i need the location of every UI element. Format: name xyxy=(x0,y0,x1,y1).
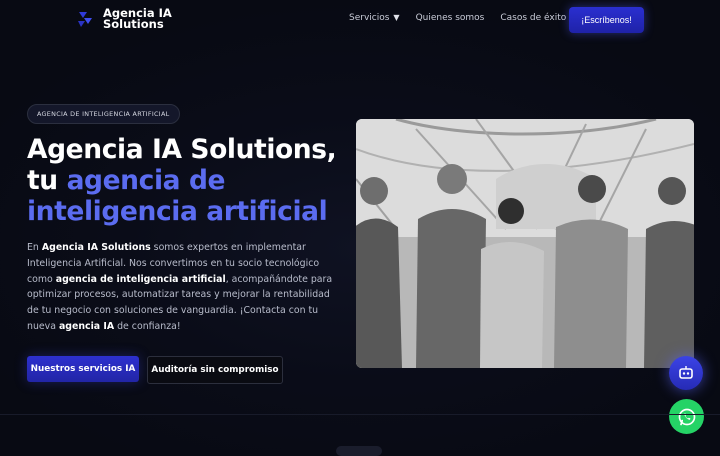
brand-logo[interactable]: Agencia IA Solutions xyxy=(76,7,172,31)
robot-icon xyxy=(679,366,693,379)
brand-name-line2: Solutions xyxy=(103,17,164,31)
contact-cta-button[interactable]: ¡Escríbenos! xyxy=(569,7,644,33)
hero-title: Agencia IA Solutions, tu agencia de inte… xyxy=(27,134,337,227)
hero-description: En Agencia IA Solutions somos expertos e… xyxy=(27,240,342,335)
top-navbar: Agencia IA Solutions Servicios ▼ Quienes … xyxy=(0,0,720,40)
next-section-pill xyxy=(336,446,382,456)
hero-title-line2-blue: agencia de xyxy=(66,165,226,196)
desc-bold-agency: agencia de inteligencia artificial xyxy=(55,273,226,285)
whatsapp-icon xyxy=(678,408,695,425)
hero-title-line2: tu agencia de xyxy=(27,165,336,196)
audit-button[interactable]: Auditoría sin compromiso xyxy=(147,356,283,384)
desc-bold-brand: Agencia IA Solutions xyxy=(41,242,151,253)
chatbot-button[interactable] xyxy=(669,356,703,390)
team-photo xyxy=(356,119,694,368)
brand-mark-icon xyxy=(78,12,92,27)
brand-name: Agencia IA Solutions xyxy=(103,7,172,31)
desc-bold-agencia-ia: agencia IA xyxy=(58,320,115,332)
chevron-down-icon: ▼ xyxy=(393,13,400,22)
hero-badge: AGENCIA DE INTELIGENCIA ARTIFICIAL xyxy=(27,104,180,124)
hero-title-line1: Agencia IA Solutions, xyxy=(27,134,337,165)
nav-item-casos-de-exito[interactable]: Casos de éxito xyxy=(500,13,566,23)
desc-text-4: de confianza! xyxy=(114,320,181,332)
section-divider xyxy=(0,414,720,415)
whatsapp-button[interactable] xyxy=(669,399,704,434)
nav-item-servicios[interactable]: Servicios ▼ xyxy=(349,13,400,23)
team-photo-illustration xyxy=(356,119,694,368)
nav-links: Servicios ▼ Quienes somos Casos de éxito xyxy=(349,13,582,23)
hero-title-line2-white: tu xyxy=(27,165,67,196)
nav-item-quienes-somos[interactable]: Quienes somos xyxy=(416,13,485,23)
services-button[interactable]: Nuestros servicios IA xyxy=(27,356,139,382)
desc-text-1: En xyxy=(27,242,42,253)
nav-item-label: Servicios xyxy=(349,13,390,23)
hero-title-line3: inteligencia artificial xyxy=(27,196,328,227)
